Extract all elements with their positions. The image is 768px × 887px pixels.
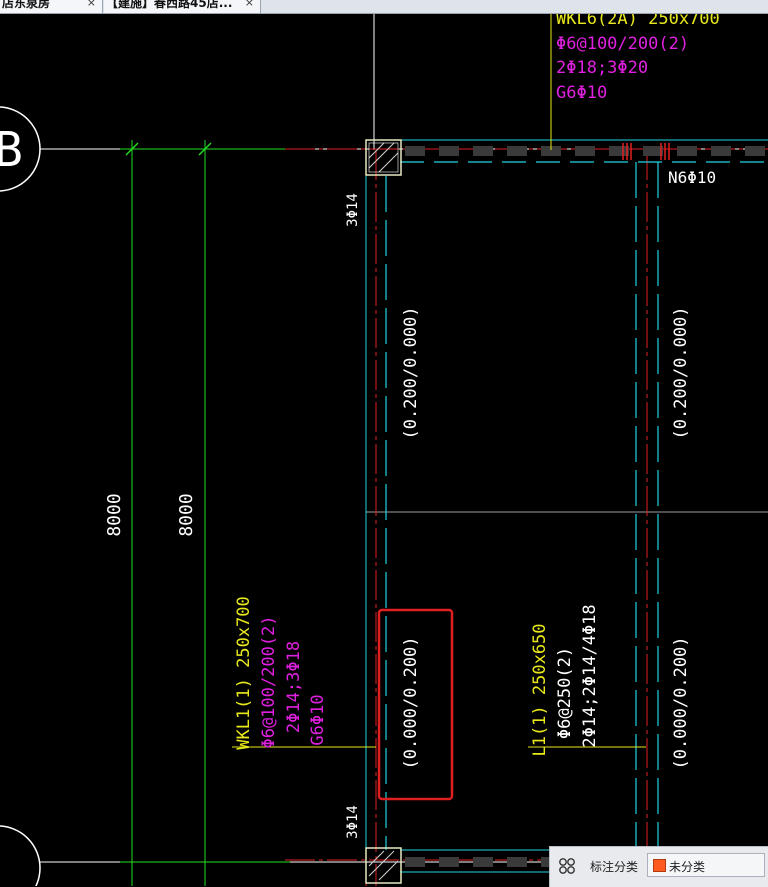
beam-annotation-name: L1(1) 250x650 [530, 623, 550, 756]
grid-icon[interactable] [558, 857, 576, 875]
close-icon[interactable]: × [87, 0, 96, 10]
document-tab-bar: 店东泉房 × 【建施】春西路45店... × [0, 0, 768, 14]
n-bar-label: N6Φ10 [668, 168, 716, 187]
dimension-text-1: 8000 [104, 493, 125, 536]
elevation-label: (0.200/0.000) [671, 306, 691, 439]
tab-document-1[interactable]: 店东泉房 × [0, 0, 103, 13]
annotation-category-panel: 标注分类 未分类 [549, 846, 768, 887]
panel-label: 标注分类 [590, 860, 639, 874]
column-bottom[interactable] [365, 847, 402, 884]
elevation-label: (0.000/0.200) [671, 636, 691, 769]
column-top[interactable] [365, 139, 402, 176]
column-bar-label-bottom: 3Φ14 [345, 805, 361, 839]
beam-annotation-bars: 2Φ14;3Φ18 [284, 641, 304, 733]
beam-annotation-stirrup: Φ6@100/200(2) [259, 615, 279, 748]
beam-annotation-name: WKL1(1) 250x700 [234, 596, 254, 750]
tab-document-2[interactable]: 【建施】春西路45店... × [104, 0, 261, 13]
beam-annotation-name: WKL6(2A) 250x700 [556, 14, 720, 29]
close-icon[interactable]: × [245, 0, 254, 10]
beam-annotation-stirrup: Φ6@100/200(2) [556, 34, 689, 54]
beam-annotation-stirrup: Φ6@250(2) [555, 647, 575, 739]
category-select[interactable]: 未分类 [647, 853, 765, 877]
category-color-swatch [653, 859, 666, 872]
elevation-label-highlighted: (0.000/0.200) [401, 636, 421, 769]
beam-annotation-side: G6Φ10 [308, 694, 328, 745]
tab-label: 店东泉房 [2, 0, 51, 10]
beam-annotation-bars: 2Φ18;3Φ20 [556, 58, 648, 78]
axis-label-b: B [0, 122, 23, 178]
beam-annotation-side: G6Φ10 [556, 83, 607, 103]
elevation-label: (0.200/0.000) [401, 306, 421, 439]
column-bar-label-top: 3Φ14 [345, 193, 361, 227]
dimension-text-2: 8000 [176, 493, 197, 536]
tab-label: 【建施】春西路45店... [106, 0, 233, 10]
beam-annotation-bars: 2Φ14;2Φ14/4Φ18 [580, 604, 600, 747]
cad-drawing-canvas[interactable]: B 8000 8000 WKL6(2A) 250x700 Φ6@100/200(… [0, 14, 768, 886]
category-value: 未分类 [669, 860, 706, 874]
axis-bubble-a [0, 825, 41, 886]
